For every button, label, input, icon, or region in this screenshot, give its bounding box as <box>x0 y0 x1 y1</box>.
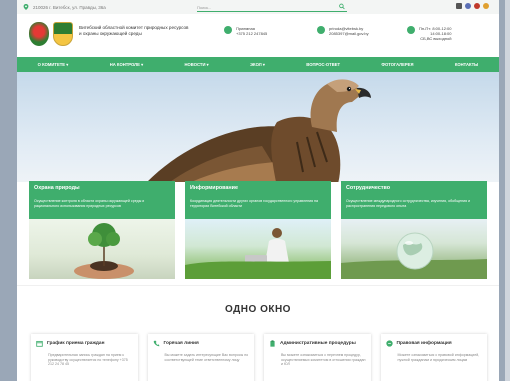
calendar-icon <box>36 340 43 347</box>
nav-item-control[interactable]: НА КОНТРОЛЕ ▾ <box>110 62 144 67</box>
ok-card-procedures[interactable]: Административные процедуры Вы можете озн… <box>264 334 371 381</box>
nav-item-faq[interactable]: ВОПРОС-ОТВЕТ <box>306 62 340 67</box>
card-image-woman-laptop <box>185 219 331 279</box>
ok-card-text: Вы можете ознакомиться с перечнем процед… <box>281 353 366 366</box>
region-emblem-icon <box>53 22 73 46</box>
reception-contact: Приемная +375 212 247845 <box>224 26 267 36</box>
divider <box>17 285 499 286</box>
card-title: Сотрудничество <box>346 185 390 191</box>
main-nav: О КОМИТЕТЕ ▾ НА КОНТРОЛЕ ▾ НОВОСТИ ▾ ЭКО… <box>17 57 499 72</box>
single-window-title: ОДНО ОКНО <box>225 304 291 315</box>
card-image-globe <box>341 219 487 279</box>
address-text: 210026 г. Витебск, ул. Правды, 36а <box>33 4 106 10</box>
phone-icon <box>224 26 232 34</box>
card-image-plant <box>29 219 175 279</box>
phone-icon <box>153 340 159 347</box>
nav-item-news[interactable]: НОВОСТИ ▾ <box>185 62 209 67</box>
nav-item-gallery[interactable]: ФОТОГАЛЕРЕЯ <box>381 62 413 67</box>
single-window-cards: График приема граждан Предварительная за… <box>31 334 487 381</box>
search-input[interactable]: Поиск... <box>197 3 347 12</box>
ok-card-title: Административные процедуры <box>280 340 356 346</box>
nav-item-about[interactable]: О КОМИТЕТЕ ▾ <box>38 62 69 67</box>
ok-card-text: Вы можете задать интересующие Вас вопрос… <box>164 353 249 362</box>
location-pin-icon <box>23 4 29 10</box>
print-icon[interactable] <box>456 3 462 9</box>
card-nature[interactable]: Охрана природы Осуществление контроля в … <box>29 181 175 285</box>
ok-card-legal[interactable]: Правовая информация Можете ознакомиться … <box>380 334 487 381</box>
feature-cards: Охрана природы Осуществление контроля в … <box>29 181 487 285</box>
lang-flag-icon[interactable] <box>465 3 471 9</box>
nav-item-eco[interactable]: ЭКОЛ ▾ <box>250 62 265 67</box>
ok-card-hotline[interactable]: Горячая линия Вы можете задать интересую… <box>147 334 254 381</box>
hero-banner <box>17 72 499 182</box>
top-bar: 210026 г. Витебск, ул. Правды, 36а Поиск… <box>17 0 499 14</box>
state-emblem-icon <box>29 22 49 46</box>
org-name: Витебский областной комитет природных ре… <box>79 25 189 36</box>
card-desc: Координация деятельности других органов … <box>190 199 319 208</box>
ok-card-schedule[interactable]: График приема граждан Предварительная за… <box>31 334 138 381</box>
card-title: Информирование <box>190 185 238 191</box>
ok-card-text: Можете ознакомиться с правовой информаци… <box>397 353 480 362</box>
card-desc: Осуществление международного сотрудничес… <box>346 199 471 208</box>
card-cooperation[interactable]: Сотрудничество Осуществление международн… <box>341 181 487 285</box>
card-title: Охрана природы <box>34 185 80 191</box>
ok-card-title: Правовая информация <box>396 340 452 346</box>
reception-phone[interactable]: +375 212 247845 <box>236 31 267 36</box>
hours-contact: Пн-Пт: 8:00-12:00 14:00-18:00 СБ,ВС выхо… <box>407 26 451 41</box>
lang-flag-icon-3[interactable] <box>483 3 489 9</box>
eagle-image <box>147 79 371 182</box>
email-contact: priroda@vitebsk.by 2085397@mail.gov.by <box>317 26 369 36</box>
ok-card-title: График приема граждан <box>47 340 105 346</box>
plant-hands-icon <box>74 223 134 279</box>
clipboard-icon <box>270 340 275 347</box>
ok-card-title: Горячая линия <box>163 340 199 346</box>
scrollbar[interactable] <box>505 0 510 381</box>
woman-laptop-icon <box>185 228 331 279</box>
web-page: 210026 г. Витебск, ул. Правды, 36а Поиск… <box>17 0 499 381</box>
ok-card-text: Предварительная запись граждан на прием … <box>48 353 128 366</box>
lang-flag-icon-2[interactable] <box>474 3 480 9</box>
glass-globe-icon <box>341 232 487 279</box>
clock-icon <box>407 26 415 34</box>
email-2[interactable]: 2085397@mail.gov.by <box>329 31 369 36</box>
card-inform[interactable]: Информирование Координация деятельности … <box>185 181 331 285</box>
search-icon[interactable] <box>339 3 345 10</box>
mail-icon <box>317 26 325 34</box>
card-desc: Осуществление контроля в области охраны … <box>34 199 145 208</box>
top-icons <box>456 3 489 9</box>
site-header: Витебский областной комитет природных ре… <box>17 14 499 57</box>
law-badge-icon <box>385 340 393 347</box>
nav-item-contacts[interactable]: КОНТАКТЫ <box>455 62 478 67</box>
hours-3: СБ,ВС выходной <box>420 36 452 41</box>
search-placeholder: Поиск... <box>197 4 212 10</box>
